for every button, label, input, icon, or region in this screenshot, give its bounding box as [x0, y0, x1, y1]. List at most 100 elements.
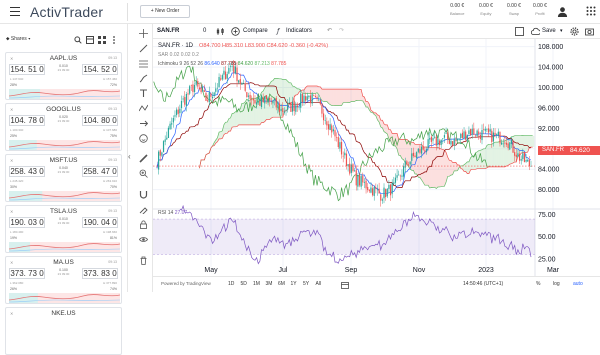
watchlist-panel: ⬥ Shares ▾ ✕ AAPL.US 09:13 154. 51 0 0.010 23…	[0, 24, 128, 355]
candle-body	[177, 109, 179, 114]
stay-drawing-icon[interactable]	[139, 205, 148, 214]
ichimoku-cloud	[531, 135, 533, 148]
candle-body	[309, 95, 312, 104]
search-icon[interactable]	[74, 36, 82, 44]
range-1m[interactable]: 1M	[253, 281, 260, 287]
layout-icon[interactable]	[86, 36, 94, 44]
watchlist-selector[interactable]: ⬥ Shares ▾	[6, 36, 31, 42]
settings-icon[interactable]	[570, 27, 579, 36]
watchlist-card[interactable]: ✕ NKE.US	[5, 307, 122, 355]
buy-price-button[interactable]: 373. 83 0	[82, 268, 118, 279]
trend-line-icon[interactable]	[139, 44, 148, 53]
prediction-icon[interactable]	[139, 119, 148, 128]
candle-body	[370, 187, 372, 193]
save-button[interactable]: Save	[542, 27, 556, 36]
buy-price-button[interactable]: 154. 52 0	[82, 64, 118, 75]
buy-price-button[interactable]: 258. 47 0	[82, 166, 118, 177]
range-5d[interactable]: 5D	[241, 281, 247, 287]
chart-canvas[interactable]: 80.00084.00088.00092.00096.000100.000104…	[153, 39, 600, 276]
candle-body	[456, 139, 459, 141]
symbol-search[interactable]: SAN.FR	[157, 27, 179, 36]
candle-body	[260, 96, 263, 108]
candle-body	[305, 96, 307, 101]
pattern-icon[interactable]	[139, 104, 148, 113]
candle-body	[514, 152, 516, 156]
grid-view-icon[interactable]	[98, 36, 106, 44]
range-1y[interactable]: 1Y	[291, 281, 297, 287]
buy-price-button[interactable]: 104. 80 0	[82, 115, 118, 126]
text-tool-icon[interactable]	[139, 89, 148, 98]
save-dropdown-icon[interactable]: ▾	[560, 27, 563, 36]
ichimoku-cloud	[472, 156, 474, 170]
ichimoku-cloud	[431, 147, 434, 188]
range-all[interactable]: All	[316, 281, 322, 287]
tradingview-credit[interactable]: Powered by TradingView	[161, 281, 211, 286]
undo-icon[interactable]: ↶	[327, 27, 332, 36]
log-toggle[interactable]: log	[553, 281, 560, 287]
watchlist-card[interactable]: ✕ MA.US 09:13 373. 73 0 0.100 23 09:00 373. 83…	[5, 256, 122, 304]
candle-body	[473, 128, 475, 135]
candle-body	[203, 90, 205, 92]
ichimoku-cloud	[488, 144, 491, 167]
compare-button[interactable]: Compare	[243, 27, 268, 36]
ichimoku-cloud	[366, 101, 368, 107]
indicators-button[interactable]: Indicators	[286, 27, 312, 36]
new-order-button[interactable]: + New Order	[140, 5, 190, 18]
candle-body	[342, 155, 344, 157]
watchlist-card[interactable]: ✕ GOOGL.US 09:13 104. 78 0 0.020 23 09:00 104.…	[5, 103, 122, 151]
calendar-icon[interactable]	[341, 281, 349, 289]
watchlist-card[interactable]: ✕ TSLA.US 09:13 190. 03 0 0.010 23 09:00 190. …	[5, 205, 122, 253]
candle-body	[270, 101, 272, 102]
ruler-icon[interactable]	[139, 154, 148, 163]
candle-body	[414, 155, 416, 158]
range-3m[interactable]: 3M	[266, 281, 273, 287]
redo-icon[interactable]: ↷	[339, 27, 344, 36]
buy-price-button[interactable]: 190. 04 0	[82, 217, 118, 228]
chart-type-icon[interactable]	[216, 27, 225, 36]
magnet-icon[interactable]	[139, 190, 148, 199]
crosshair-icon[interactable]	[139, 29, 148, 38]
zoom-in-icon[interactable]	[139, 169, 148, 178]
ichimoku-cloud	[307, 85, 309, 94]
save-cloud-icon	[531, 27, 540, 35]
visibility-icon[interactable]	[139, 235, 148, 244]
more-menu-icon[interactable]	[110, 36, 118, 44]
price-chart[interactable]: 80.00084.00088.00092.00096.000100.000104…	[153, 39, 600, 292]
candle-body	[197, 80, 199, 87]
candle-body	[491, 130, 493, 142]
emoji-icon[interactable]	[139, 134, 148, 143]
candle-body	[195, 81, 197, 85]
trash-icon[interactable]	[139, 256, 148, 265]
screenshot-icon[interactable]	[585, 27, 594, 36]
profit-label: Profit	[535, 11, 545, 16]
chart-footer: Powered by TradingView 1D 5D 1M 3M 6M 1Y 5Y All…	[153, 276, 600, 292]
ichimoku-label: Ichimoku 9 26 52 26	[158, 61, 204, 67]
watchlist-card[interactable]: ✕ MSFT.US 09:13 258. 43 0 0.040 23 09:00 258. …	[5, 154, 122, 202]
balance-label: Balance	[450, 11, 465, 16]
candle-body	[244, 83, 246, 91]
range-1d[interactable]: 1D	[228, 281, 234, 287]
apps-grid-icon[interactable]	[586, 6, 596, 16]
menu-icon[interactable]	[10, 7, 20, 17]
watchlist-card[interactable]: ✕ AAPL.US 09:13 154. 51 0 0.010 23 09:00 154. …	[5, 52, 122, 100]
candle-body	[339, 142, 341, 149]
user-icon[interactable]	[557, 6, 568, 17]
candle-body	[445, 133, 447, 134]
percent-toggle[interactable]: %	[536, 281, 540, 287]
candle-body	[434, 136, 436, 138]
brush-icon[interactable]	[139, 74, 148, 83]
compare-plus-icon[interactable]	[231, 27, 240, 36]
fib-retracement-icon[interactable]	[139, 59, 148, 68]
candle-body	[182, 98, 184, 100]
time-tick-label: May	[204, 267, 218, 274]
sentiment-bar	[9, 293, 120, 303]
range-5y[interactable]: 5Y	[303, 281, 309, 287]
interval-selector[interactable]: 0	[203, 27, 206, 36]
lock-icon[interactable]	[139, 220, 148, 229]
collapse-panel-icon[interactable]: ‹	[128, 152, 131, 161]
watchlist-title: Shares	[10, 36, 27, 42]
profit-stat[interactable]: 0.00 € Profit	[533, 3, 547, 16]
auto-toggle[interactable]: auto	[573, 281, 583, 287]
fullscreen-box-icon[interactable]	[515, 27, 524, 36]
range-6m[interactable]: 6M	[278, 281, 285, 287]
